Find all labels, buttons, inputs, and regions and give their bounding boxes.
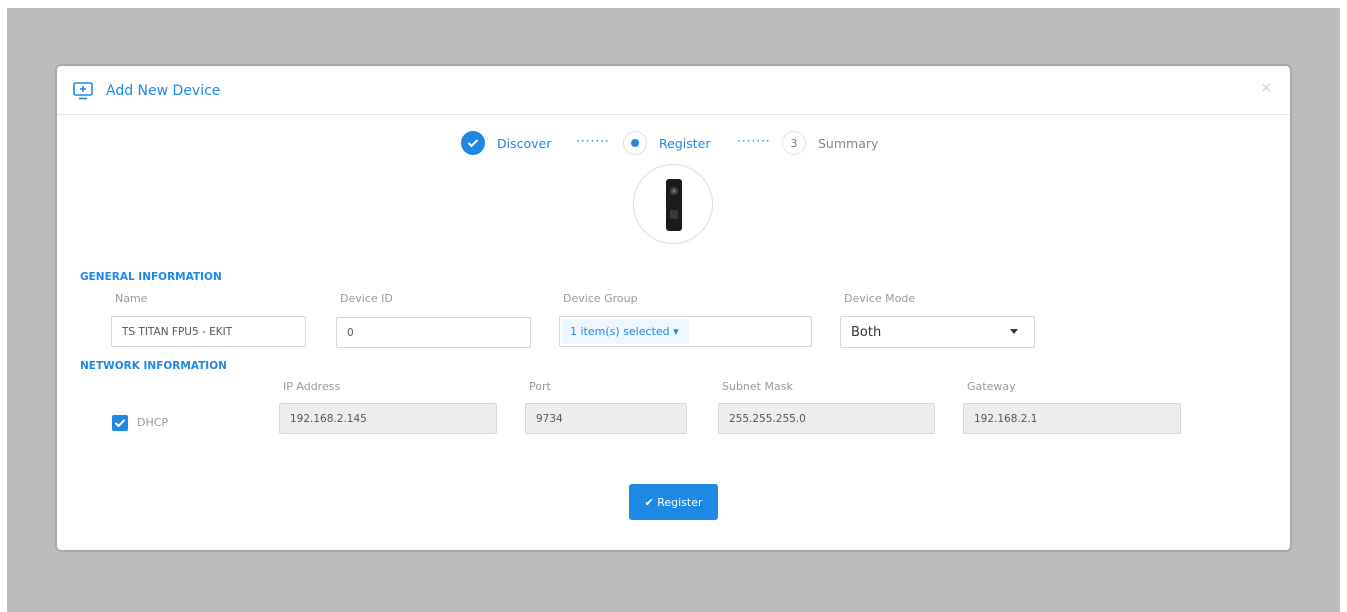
ip-address-field[interactable]: 192.168.2.145	[279, 403, 497, 434]
register-button[interactable]: ✔ Register	[629, 484, 718, 520]
device-image-frame	[633, 164, 713, 244]
check-icon	[114, 419, 126, 428]
add-device-monitor-icon	[73, 82, 93, 100]
step-label: Discover	[497, 135, 552, 151]
step-register: Register	[623, 128, 710, 158]
step-label: Summary	[818, 135, 879, 151]
dot-icon	[623, 131, 647, 155]
close-icon[interactable]: ×	[1260, 80, 1272, 96]
subnet-mask-field[interactable]: 255.255.255.0	[718, 403, 935, 434]
device-id-field[interactable]: 0	[336, 317, 531, 348]
modal-title: Add New Device	[106, 83, 221, 99]
section-title-network: NETWORK INFORMATION	[80, 360, 227, 372]
port-label: Port	[529, 380, 551, 393]
step-connector: ·······	[737, 134, 771, 148]
device-mode-select[interactable]: Both	[840, 316, 1035, 348]
step-discover: Discover	[461, 128, 551, 158]
dhcp-checkbox[interactable]	[112, 415, 128, 431]
modal-header: Add New Device ×	[57, 66, 1290, 115]
name-field[interactable]: TS TITAN FPU5 - EKIT	[111, 316, 306, 347]
gateway-field[interactable]: 192.168.2.1	[963, 403, 1181, 434]
step-connector: ·······	[576, 134, 610, 148]
device-id-label: Device ID	[340, 292, 393, 305]
section-title-general: GENERAL INFORMATION	[80, 271, 222, 283]
device-group-selection[interactable]: 1 item(s) selected ▾	[562, 319, 689, 344]
device-mode-value: Both	[851, 324, 882, 340]
device-mode-label: Device Mode	[844, 292, 916, 305]
gateway-label: Gateway	[967, 380, 1016, 393]
chevron-down-icon	[1010, 329, 1018, 334]
ip-address-label: IP Address	[283, 380, 341, 393]
port-field[interactable]: 9734	[525, 403, 687, 434]
device-group-select[interactable]: 1 item(s) selected ▾	[559, 316, 812, 347]
step-summary: 3 Summary	[782, 128, 878, 158]
step-label: Register	[659, 135, 711, 151]
fingerprint-terminal-image	[666, 179, 682, 231]
add-device-modal: Add New Device × Discover ······· Regist…	[57, 66, 1290, 550]
device-group-label: Device Group	[563, 292, 638, 305]
dhcp-label: DHCP	[137, 416, 169, 429]
name-label: Name	[115, 292, 148, 305]
subnet-mask-label: Subnet Mask	[722, 380, 793, 393]
step-number: 3	[782, 131, 806, 155]
check-icon	[461, 131, 485, 155]
